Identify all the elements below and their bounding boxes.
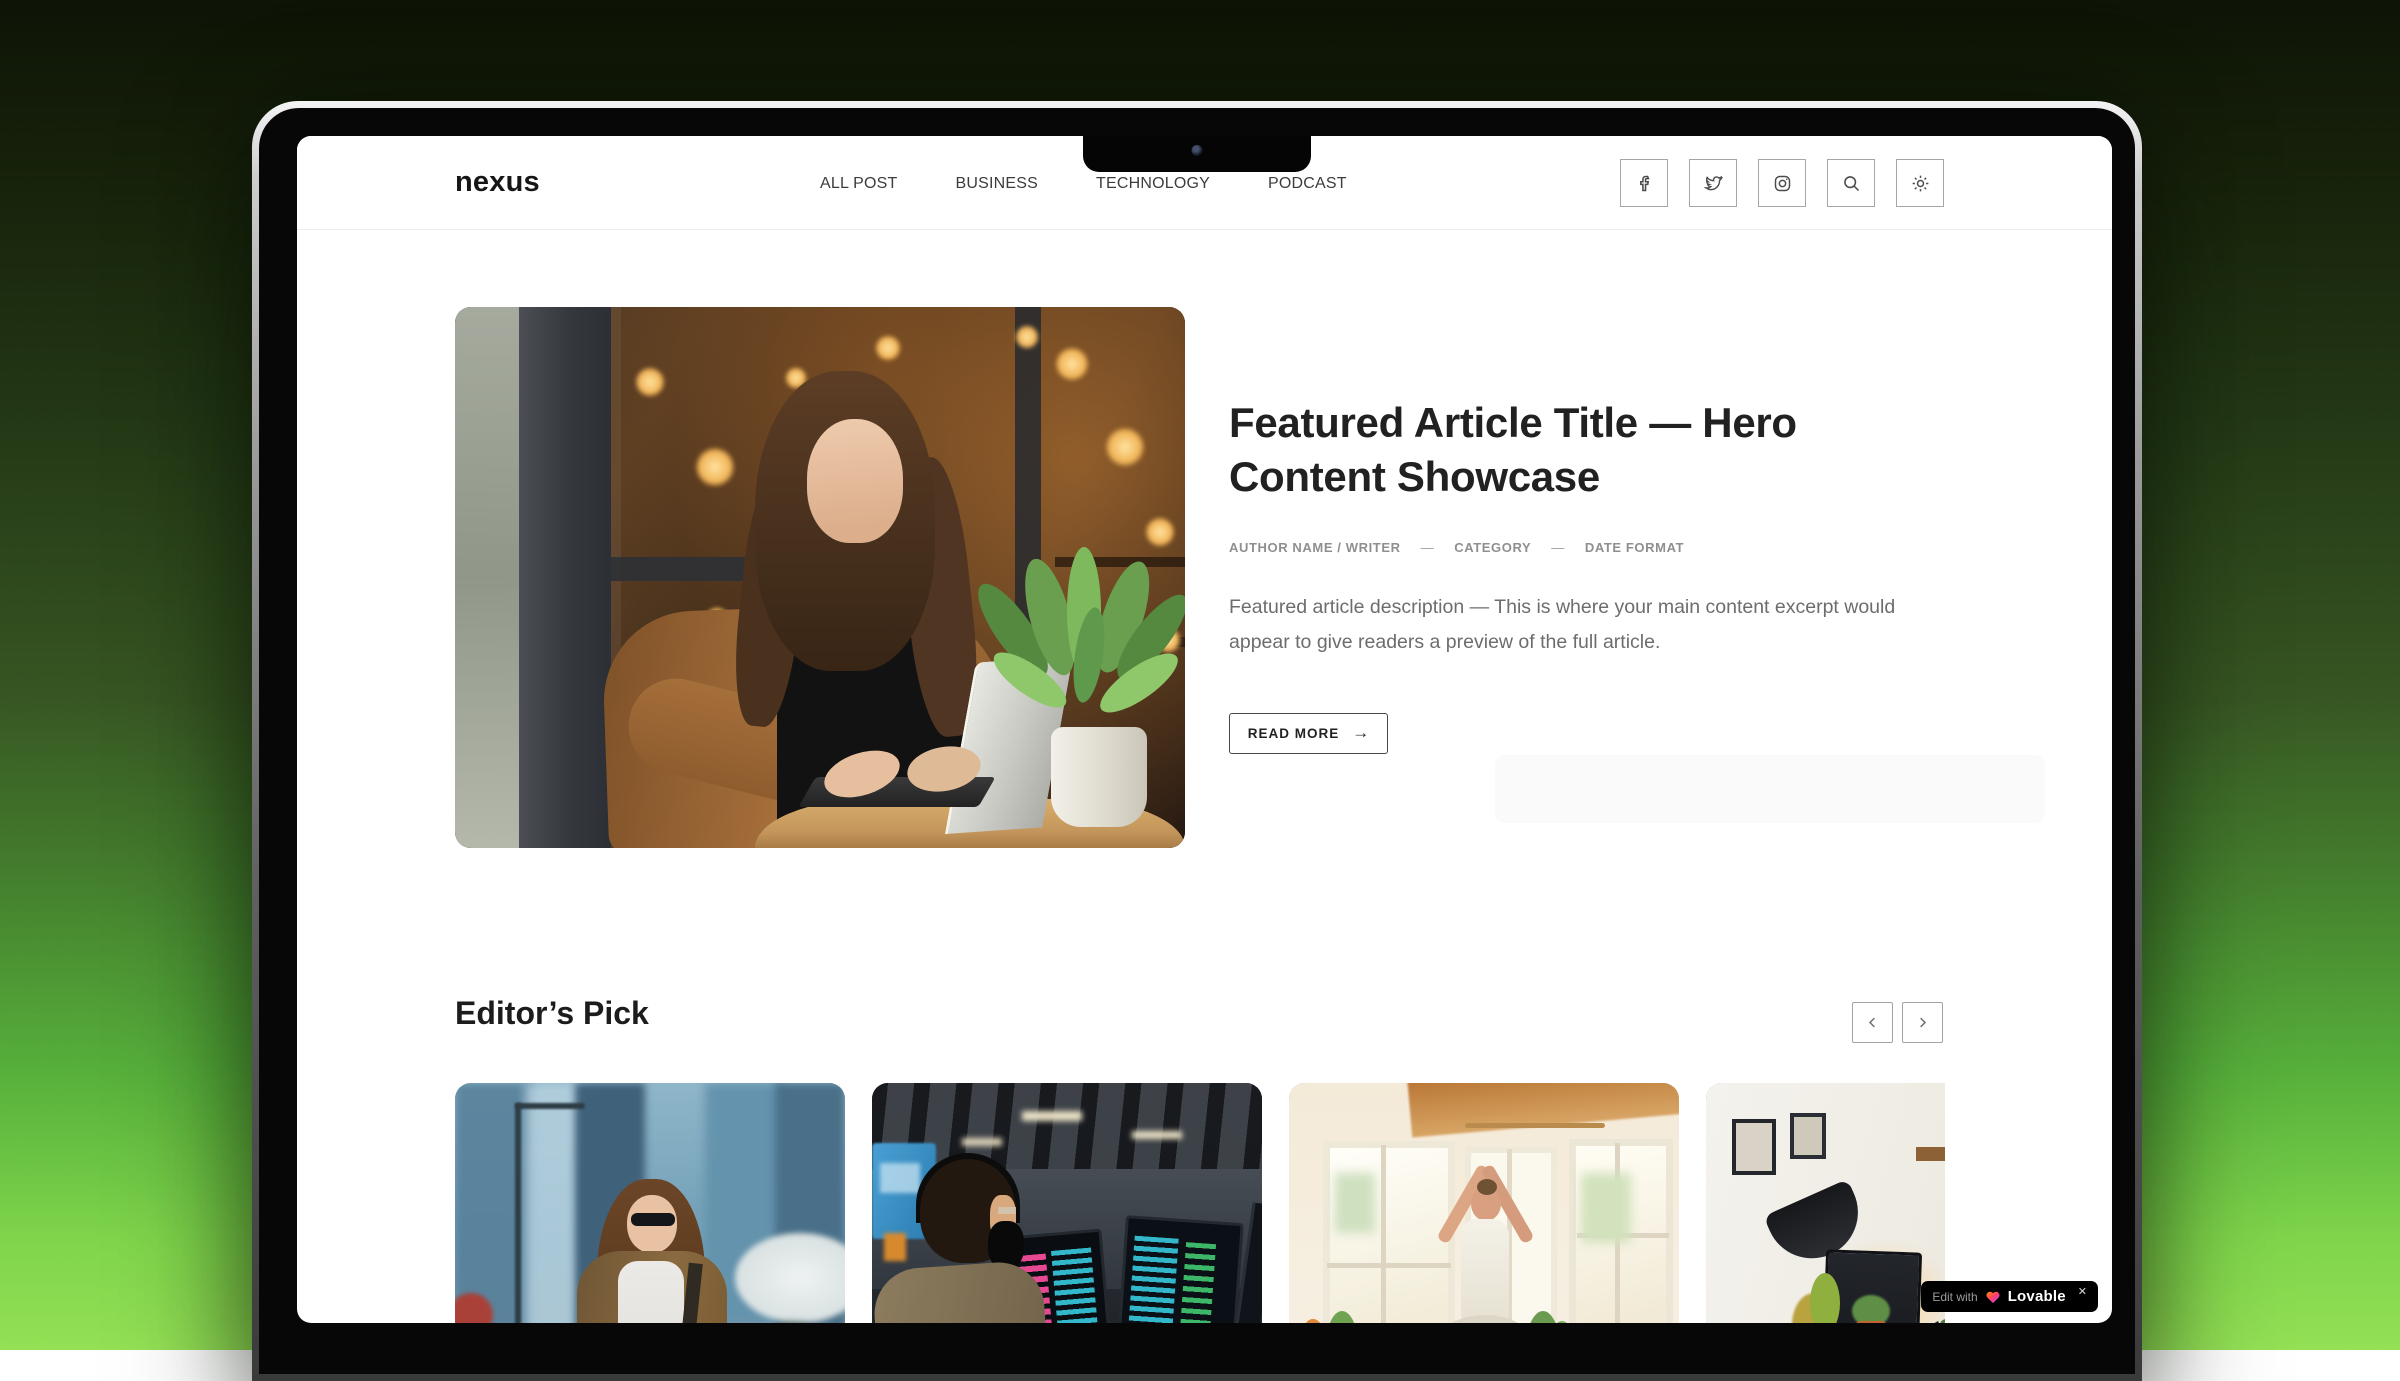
meta-author: AUTHOR NAME / WRITER xyxy=(1229,540,1401,555)
read-more-label: READ MORE xyxy=(1248,726,1340,741)
featured-article-description: Featured article description — This is w… xyxy=(1229,590,1953,660)
editors-pick-carousel xyxy=(455,1083,1945,1323)
twitter-icon xyxy=(1703,173,1724,194)
instagram-button[interactable] xyxy=(1758,159,1806,207)
main-nav: ALL POST BUSINESS TECHNOLOGY PODCAST xyxy=(820,175,1347,193)
twitter-button[interactable] xyxy=(1689,159,1737,207)
carousel-prev-button[interactable] xyxy=(1852,1002,1893,1043)
arrow-right-icon: → xyxy=(1352,723,1369,743)
meta-date: DATE FORMAT xyxy=(1585,540,1684,555)
carousel-next-button[interactable] xyxy=(1902,1002,1943,1043)
chevron-right-icon xyxy=(1915,1015,1930,1030)
search-button[interactable] xyxy=(1827,159,1875,207)
meta-separator: — xyxy=(1551,540,1565,555)
browser-screen: nexus ALL POST BUSINESS TECHNOLOGY PODCA… xyxy=(297,136,2112,1323)
laptop-bezel: nexus ALL POST BUSINESS TECHNOLOGY PODCA… xyxy=(259,108,2135,1374)
editors-pick-heading: Editor’s Pick xyxy=(455,995,649,1032)
facebook-button[interactable] xyxy=(1620,159,1668,207)
badge-close-icon[interactable]: ✕ xyxy=(2078,1285,2087,1298)
webcam-dot xyxy=(1192,145,1203,156)
theme-toggle-button[interactable] xyxy=(1896,159,1944,207)
featured-article-meta: AUTHOR NAME / WRITER — CATEGORY — DATE F… xyxy=(1229,540,1684,555)
badge-prefix: Edit with xyxy=(1932,1290,1977,1304)
facebook-icon xyxy=(1634,173,1655,194)
featured-article-image[interactable] xyxy=(455,307,1185,848)
card-woman-home-office[interactable] xyxy=(1706,1083,1945,1323)
meta-category: CATEGORY xyxy=(1454,540,1531,555)
header-icon-bar xyxy=(1620,159,1944,207)
nav-item-podcast[interactable]: PODCAST xyxy=(1268,175,1347,193)
edit-with-lovable-badge[interactable]: Edit with Lovable ✕ xyxy=(1921,1281,2098,1312)
nav-item-technology[interactable]: TECHNOLOGY xyxy=(1096,175,1210,193)
laptop-mockup: nexus ALL POST BUSINESS TECHNOLOGY PODCA… xyxy=(252,101,2142,1381)
search-icon xyxy=(1841,173,1862,194)
nav-item-all-post[interactable]: ALL POST xyxy=(820,175,897,193)
chevron-left-icon xyxy=(1865,1015,1880,1030)
card-developer-workstation[interactable] xyxy=(872,1083,1262,1323)
card-city-street-fashion[interactable] xyxy=(455,1083,845,1323)
badge-brand: Lovable xyxy=(2008,1288,2066,1305)
card-yoga-at-home[interactable] xyxy=(1289,1083,1679,1323)
lovable-heart-icon xyxy=(1985,1289,2001,1304)
ghost-placeholder xyxy=(1495,755,2045,823)
instagram-icon xyxy=(1772,173,1793,194)
featured-article-title[interactable]: Featured Article Title — Hero Content Sh… xyxy=(1229,396,1941,504)
read-more-button[interactable]: READ MORE → xyxy=(1229,713,1388,754)
laptop-notch xyxy=(1083,136,1311,172)
meta-separator: — xyxy=(1421,540,1435,555)
sun-icon xyxy=(1910,173,1931,194)
nav-item-business[interactable]: BUSINESS xyxy=(955,175,1038,193)
logo[interactable]: nexus xyxy=(455,166,540,199)
